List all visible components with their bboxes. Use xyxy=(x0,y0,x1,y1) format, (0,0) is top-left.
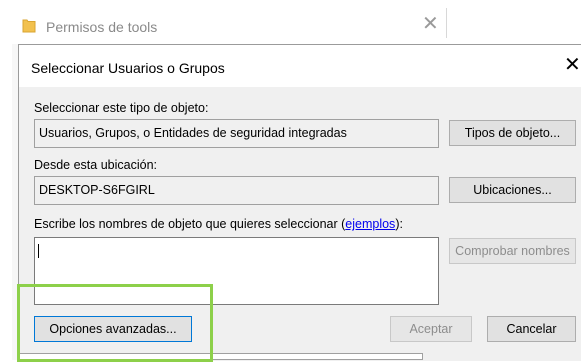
background-window-titlebar: Permisos de tools ✕ xyxy=(0,0,581,44)
object-type-field: Usuarios, Grupos, o Entidades de segurid… xyxy=(34,119,439,148)
check-names-button[interactable]: Comprobar nombres xyxy=(449,238,576,264)
dialog-titlebar: Seleccionar Usuarios o Grupos ✕ xyxy=(19,45,581,87)
object-type-value: Usuarios, Grupos, o Entidades de segurid… xyxy=(39,126,347,140)
titlebar-divider xyxy=(446,8,447,38)
location-value: DESKTOP-S6FGIRL xyxy=(39,183,155,197)
accept-button[interactable]: Aceptar xyxy=(390,316,472,342)
background-window-title: Permisos de tools xyxy=(46,19,158,35)
locations-button[interactable]: Ubicaciones... xyxy=(449,177,576,203)
location-label: Desde esta ubicación: xyxy=(34,158,157,172)
cancel-button[interactable]: Cancelar xyxy=(487,316,576,342)
names-label: Escribe los nombres de objeto que quiere… xyxy=(34,217,403,231)
dialog-title: Seleccionar Usuarios o Grupos xyxy=(31,60,225,76)
object-types-button[interactable]: Tipos de objeto... xyxy=(449,120,576,146)
names-label-prefix: Escribe los nombres de objeto que quiere… xyxy=(34,217,346,231)
folder-icon xyxy=(22,19,36,33)
highlight-box xyxy=(17,284,213,362)
location-field: DESKTOP-S6FGIRL xyxy=(34,176,439,205)
examples-link[interactable]: ejemplos xyxy=(345,217,395,231)
text-caret xyxy=(38,244,39,258)
dialog-close-icon[interactable]: ✕ xyxy=(564,55,581,75)
object-type-label: Seleccionar este tipo de objeto: xyxy=(34,101,209,115)
names-label-suffix: ): xyxy=(395,217,403,231)
background-close-icon[interactable]: ✕ xyxy=(422,14,439,34)
